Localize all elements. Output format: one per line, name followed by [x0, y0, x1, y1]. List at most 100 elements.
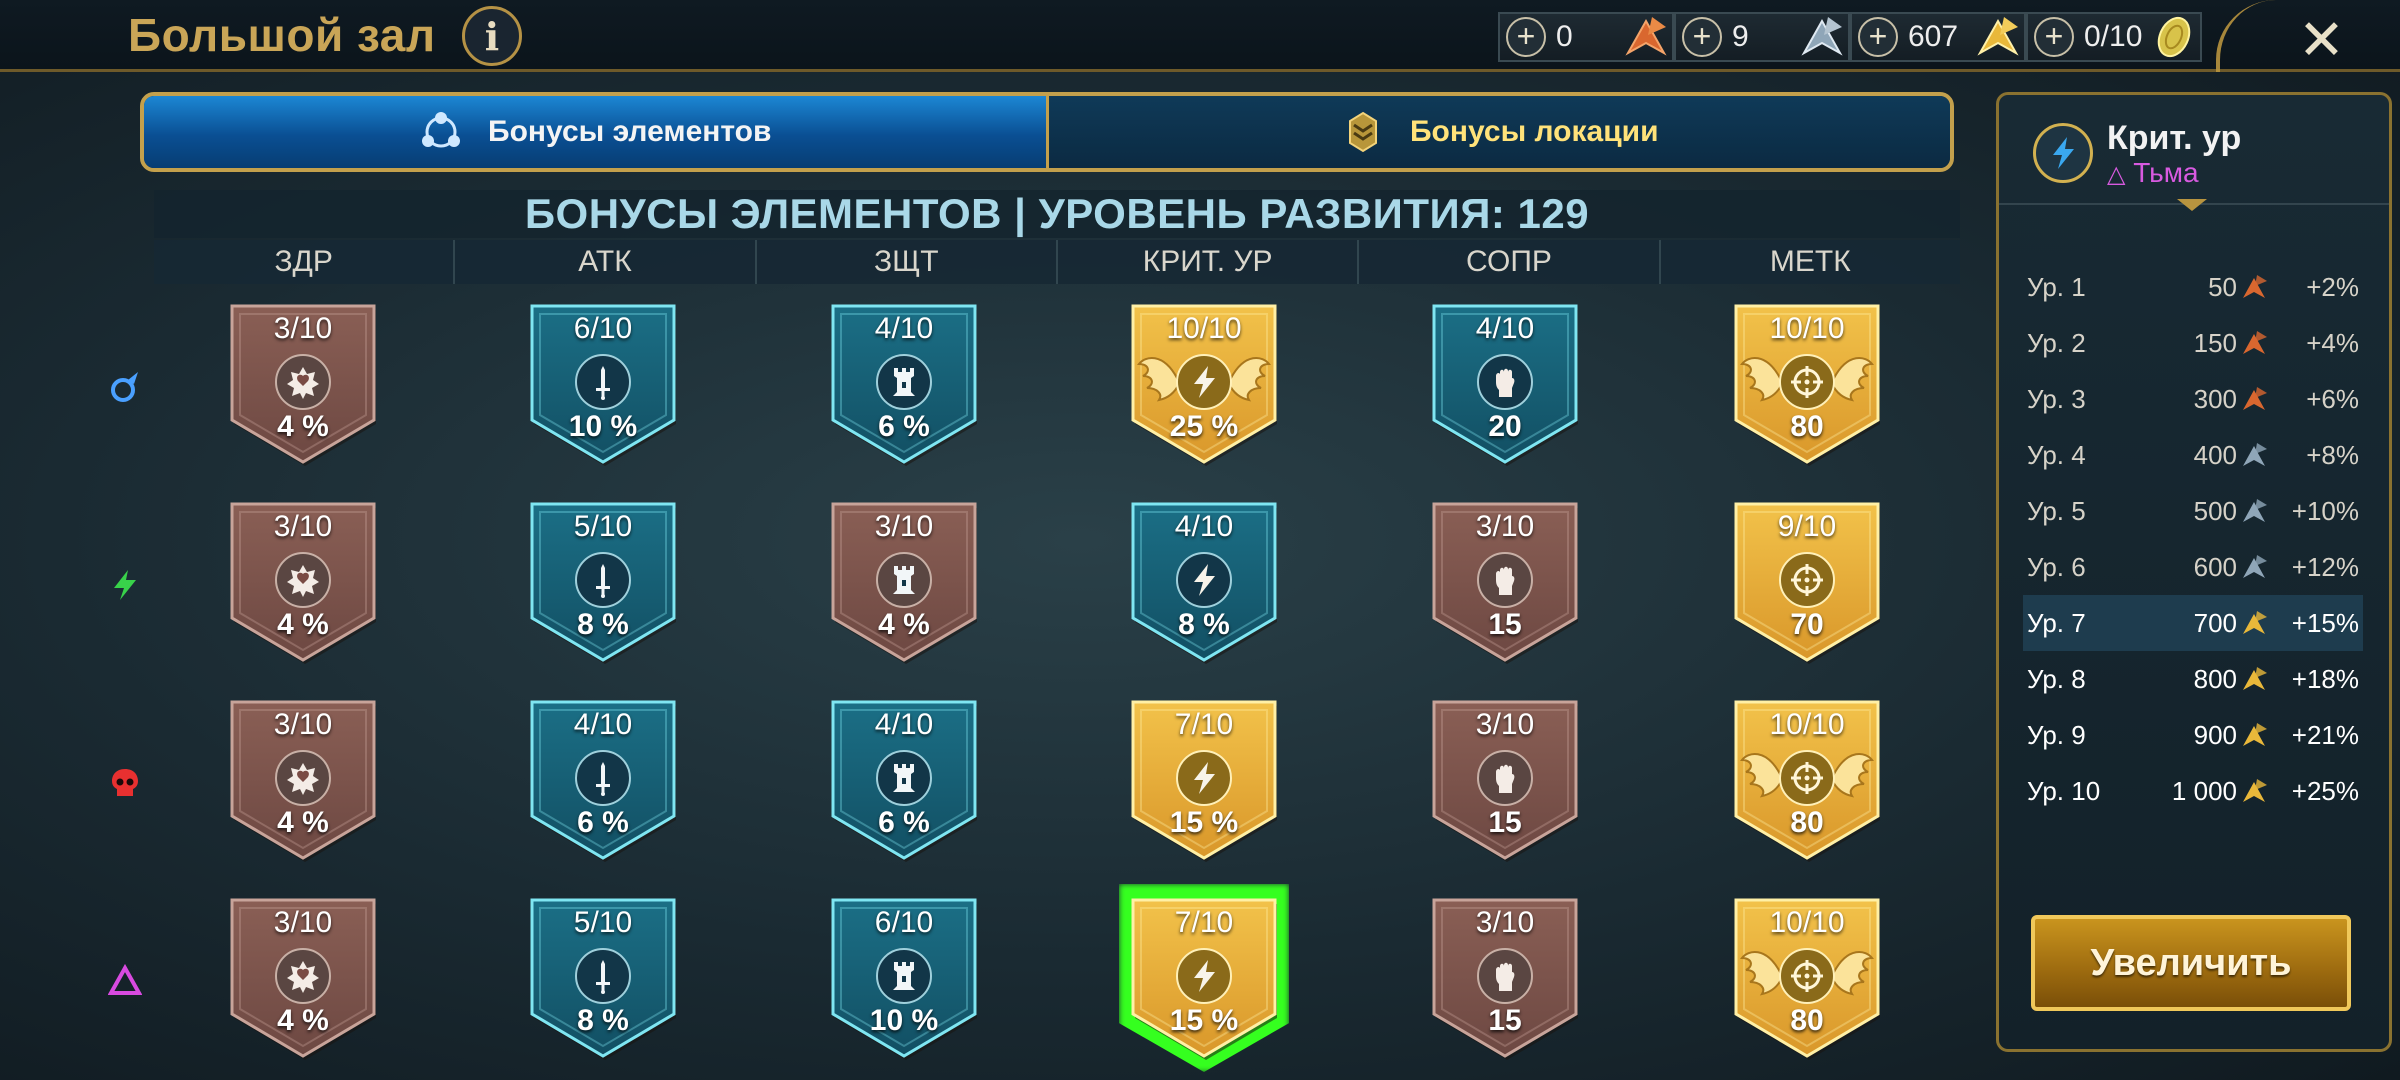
- bonus-badge-зщт-row-1[interactable]: 4/10 6 %: [829, 302, 979, 466]
- tab-location-bonuses[interactable]: Бонусы локации: [1045, 96, 1950, 168]
- gold-medal-icon: [2243, 723, 2267, 746]
- tower-icon: [893, 962, 915, 990]
- level-cost: 1 000: [2171, 775, 2237, 806]
- level-row-1: Ур. 1 50 +2%: [2023, 259, 2363, 315]
- add-coin-button[interactable]: +: [2034, 17, 2074, 57]
- bonus-badge-атк-row-4[interactable]: 5/10 8 %: [528, 896, 678, 1060]
- bonus-tabs: Бонусы элементов Бонусы локации: [140, 92, 1954, 172]
- badge-level: 4/10: [1475, 312, 1535, 345]
- badge-emblem: [575, 552, 631, 608]
- tab-element-bonuses[interactable]: Бонусы элементов: [144, 96, 1046, 168]
- skull-icon: [112, 769, 138, 796]
- detail-panel: Крит. ур △ Тьма Ур. 1 50 +2% Ур. 2 150 +4% Ур.…: [1996, 92, 2392, 1052]
- bonus-badge-здр-row-1[interactable]: 3/10 4 %: [228, 302, 378, 466]
- resource-bronze: + 0: [1498, 12, 1674, 62]
- health-icon: [287, 763, 319, 795]
- badge-level: 6/10: [573, 312, 633, 345]
- bonus-badge-крит-ур-row-4[interactable]: 7/10 15 %: [1129, 896, 1279, 1060]
- badge-level: 10/10: [1769, 906, 1845, 939]
- bonus-badge-здр-row-2[interactable]: 3/10 4 %: [228, 500, 378, 664]
- column-header-def: ЗЩТ: [756, 240, 1058, 284]
- tab-element-bonuses-label: Бонусы элементов: [488, 115, 772, 148]
- badge-level: 4/10: [874, 312, 934, 345]
- badge-level: 3/10: [874, 510, 934, 543]
- bronze-medal-icon: [1625, 17, 1667, 56]
- info-icon[interactable]: i: [462, 6, 522, 66]
- badge-emblem: [1779, 948, 1835, 1004]
- level-cost: 800: [2193, 663, 2237, 694]
- add-bronze-button[interactable]: +: [1506, 17, 1546, 57]
- page-title: Большой зал: [128, 9, 436, 61]
- badge-level: 3/10: [273, 906, 333, 939]
- add-gold-button[interactable]: +: [1858, 17, 1898, 57]
- bonus-badge-крит-ур-row-3[interactable]: 7/10 15 %: [1129, 698, 1279, 862]
- bonus-badge-зщт-row-2[interactable]: 3/10 4 %: [829, 500, 979, 664]
- lightning-bolt-icon: [114, 570, 136, 600]
- badge-value: 4 %: [277, 410, 329, 443]
- bonus-badge-здр-row-4[interactable]: 3/10 4 %: [228, 896, 378, 1060]
- bonus-badge-здр-row-3[interactable]: 3/10 4 %: [228, 698, 378, 862]
- fist-icon: [1496, 368, 1515, 397]
- upgrade-button[interactable]: Увеличить: [2031, 915, 2351, 1011]
- resource-silver-value: 9: [1732, 20, 1749, 53]
- badge-level: 9/10: [1777, 510, 1837, 543]
- bonus-badge-зщт-row-3[interactable]: 4/10 6 %: [829, 698, 979, 862]
- level-bonus: +15%: [2291, 607, 2359, 638]
- bonus-badge-метк-row-1[interactable]: 10/10 80: [1732, 302, 1882, 466]
- badge-value: 20: [1488, 410, 1522, 443]
- triangle-icon: △: [2107, 161, 2126, 188]
- column-headers: ЗДР АТК ЗЩТ КРИТ. УР СОПР МЕТК: [154, 240, 1960, 284]
- level-label: Ур. 10: [2027, 775, 2101, 806]
- badge-emblem: [1176, 354, 1232, 410]
- badge-level: 3/10: [1475, 510, 1535, 543]
- level-label: Ур. 7: [2027, 607, 2086, 638]
- lightning-icon: [1194, 366, 1215, 398]
- bonus-badge-атк-row-2[interactable]: 5/10 8 %: [528, 500, 678, 664]
- badge-value: 15: [1488, 1004, 1522, 1037]
- level-cost: 400: [2193, 439, 2237, 470]
- badge-level: 5/10: [573, 510, 633, 543]
- badge-level: 5/10: [573, 906, 633, 939]
- level-row-8: Ур. 8 800 +18%: [2023, 651, 2363, 707]
- badge-emblem: [876, 354, 932, 410]
- grid-title: БОНУСЫ ЭЛЕМЕНТОВ | УРОВЕНЬ РАЗВИТИЯ: 129: [154, 190, 1960, 238]
- badge-level: 3/10: [1475, 708, 1535, 741]
- bonus-badge-сопр-row-1[interactable]: 4/10 20: [1430, 302, 1580, 466]
- level-label: Ур. 2: [2027, 327, 2086, 358]
- detail-panel-subtitle-text: Тьма: [2133, 157, 2199, 188]
- close-icon[interactable]: ✕: [2298, 8, 2345, 73]
- badge-level: 4/10: [573, 708, 633, 741]
- column-header-crit-dmg: КРИТ. УР: [1057, 240, 1360, 284]
- triangle-icon: [108, 964, 142, 995]
- fist-icon: [1496, 962, 1515, 991]
- gold-medal-icon: [2243, 667, 2267, 690]
- bonus-badge-зщт-row-4[interactable]: 6/10 10 %: [829, 896, 979, 1060]
- health-icon: [287, 565, 319, 597]
- bonus-badge-метк-row-3[interactable]: 10/10 80: [1732, 698, 1882, 862]
- badge-value: 8 %: [1178, 608, 1230, 641]
- resource-gold: + 607: [1850, 12, 2026, 62]
- gold-medal-icon: [2243, 779, 2267, 802]
- level-label: Ур. 5: [2027, 495, 2086, 526]
- bonus-badge-атк-row-1[interactable]: 6/10 10 %: [528, 302, 678, 466]
- bonus-badge-атк-row-3[interactable]: 4/10 6 %: [528, 698, 678, 862]
- badge-emblem: [1477, 552, 1533, 608]
- column-header-atk: АТК: [455, 240, 757, 284]
- bonus-badge-сопр-row-4[interactable]: 3/10 15: [1430, 896, 1580, 1060]
- add-silver-button[interactable]: +: [1682, 17, 1722, 57]
- gold-medal-icon: [1977, 17, 2019, 56]
- badge-emblem: [275, 948, 331, 1004]
- bonus-badge-сопр-row-3[interactable]: 3/10 15: [1430, 698, 1580, 862]
- badge-level: 10/10: [1769, 708, 1845, 741]
- level-cost: 50: [2208, 271, 2237, 302]
- badge-emblem: [575, 750, 631, 806]
- bonus-badge-крит-ур-row-2[interactable]: 4/10 8 %: [1129, 500, 1279, 664]
- badge-level: 6/10: [874, 906, 934, 939]
- level-label: Ур. 6: [2027, 551, 2086, 582]
- water-drop-icon: [111, 372, 138, 402]
- bonus-badge-сопр-row-2[interactable]: 3/10 15: [1430, 500, 1580, 664]
- badge-level: 3/10: [1475, 906, 1535, 939]
- bonus-badge-крит-ур-row-1[interactable]: 10/10 25 %: [1129, 302, 1279, 466]
- bonus-badge-метк-row-4[interactable]: 10/10 80: [1732, 896, 1882, 1060]
- bonus-badge-метк-row-2[interactable]: 9/10 70: [1732, 500, 1882, 664]
